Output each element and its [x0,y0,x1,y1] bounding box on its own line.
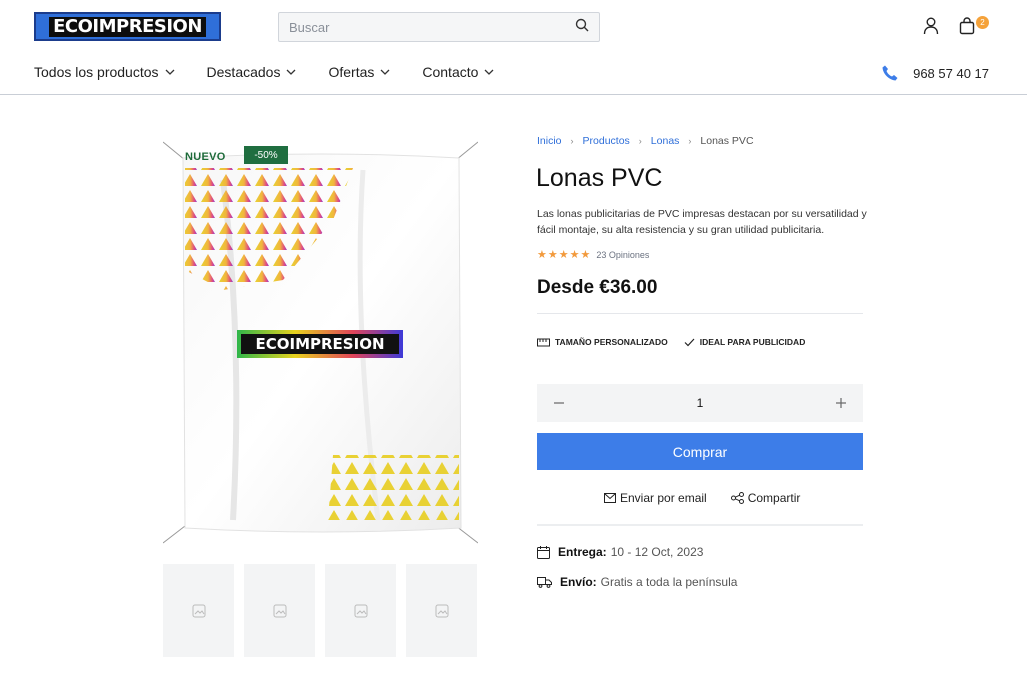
divider [537,524,863,526]
nav-item-contact[interactable]: Contacto [422,64,494,80]
chevron-down-icon [287,69,296,75]
quantity-stepper: 1 [537,384,863,422]
search-icon[interactable] [575,18,589,37]
thumbnail[interactable] [325,564,396,657]
nav-item-featured[interactable]: Destacados [207,64,297,80]
chevron-right-icon: › [570,136,574,146]
delivery-info: Entrega: 10 - 12 Oct, 2023 [537,545,703,559]
plus-icon [836,398,846,408]
product-price: Desde €36.00 [537,277,658,298]
decrease-quantity-button[interactable] [551,395,567,411]
nav-item-offers[interactable]: Ofertas [328,64,390,80]
delivery-label: Entrega: [558,545,607,559]
buy-button[interactable]: Comprar [537,433,863,470]
email-share-button[interactable]: Enviar por email [604,491,707,505]
product-title: Lonas PVC [536,164,663,192]
chevron-right-icon: › [688,136,692,146]
star-rating-icon: ★★★★★ [537,249,592,261]
product-image[interactable]: ECOIMPRESION [163,140,478,545]
image-placeholder-icon [435,604,448,617]
site-logo[interactable]: ECOIMPRESION [34,12,221,41]
share-actions: Enviar por email Compartir [604,491,824,505]
email-share-label: Enviar por email [620,491,707,505]
minus-icon [554,402,564,404]
delivery-value: 10 - 12 Oct, 2023 [610,545,704,559]
shipping-label: Envío: [560,575,597,589]
cart-count-badge: 2 [976,16,989,29]
phone-number: 968 57 40 17 [913,65,989,81]
nav-item-label: Contacto [422,64,479,80]
image-placeholder-icon [192,604,205,617]
share-label: Compartir [747,491,801,505]
header-divider [0,94,1027,95]
search-bar [278,12,600,42]
discount-badge: -50% [244,146,288,164]
image-logo-text: ECOIMPRESION [256,335,385,353]
mail-icon [604,493,616,503]
thumbnail[interactable] [244,564,315,657]
share-button[interactable]: Compartir [730,491,801,505]
feature-label: IDEAL PARA PUBLICIDAD [699,337,806,347]
chevron-right-icon: › [638,136,642,146]
shipping-info: Envío: Gratis a toda la península [537,575,737,589]
breadcrumb-current: Lonas PVC [700,135,754,147]
quantity-value[interactable]: 1 [697,396,704,410]
feature-advertising: IDEAL PARA PUBLICIDAD [684,337,806,347]
ruler-icon [537,338,550,346]
breadcrumb: Inicio › Productos › Lonas › Lonas PVC [537,135,754,147]
logo-text: ECOIMPRESION [49,16,206,37]
breadcrumb-products[interactable]: Productos [583,135,630,147]
phone-contact[interactable]: 968 57 40 17 [881,64,989,82]
divider [537,313,863,314]
image-placeholder-icon [354,604,367,617]
nav-item-all-products[interactable]: Todos los productos [34,64,175,80]
check-icon [684,338,695,346]
user-icon[interactable] [921,16,941,36]
calendar-icon [537,545,550,559]
main-nav: Todos los productos Destacados Ofertas C… [34,64,526,80]
cart-icon[interactable] [956,16,978,36]
feature-label: TAMAÑO PERSONALIZADO [555,337,668,347]
product-rating[interactable]: ★★★★★ 23 Opiniones [537,248,649,261]
feature-custom-size: TAMAÑO PERSONALIZADO [537,337,668,347]
thumbnail[interactable] [163,564,234,657]
nav-item-label: Destacados [206,64,281,80]
breadcrumb-home[interactable]: Inicio [537,135,562,147]
review-count: 23 Opiniones [596,249,650,260]
chevron-down-icon [484,69,494,75]
product-description: Las lonas publicitarias de PVC impresas … [537,208,867,236]
truck-icon [537,577,552,588]
chevron-down-icon [165,69,174,75]
nav-item-label: Ofertas [328,64,375,80]
phone-icon [882,65,898,81]
search-input[interactable] [289,19,575,35]
increase-quantity-button[interactable] [833,395,849,411]
thumbnail-strip [163,564,477,657]
breadcrumb-category[interactable]: Lonas [651,135,680,147]
nav-item-label: Todos los productos [34,64,159,80]
shipping-value: Gratis a toda la península [600,575,738,589]
image-placeholder-icon [273,604,286,617]
share-icon [730,492,744,504]
new-badge: NUEVO [185,151,226,163]
thumbnail[interactable] [406,564,477,657]
feature-list: TAMAÑO PERSONALIZADO IDEAL PARA PUBLICID… [537,337,821,347]
chevron-down-icon [380,69,390,75]
